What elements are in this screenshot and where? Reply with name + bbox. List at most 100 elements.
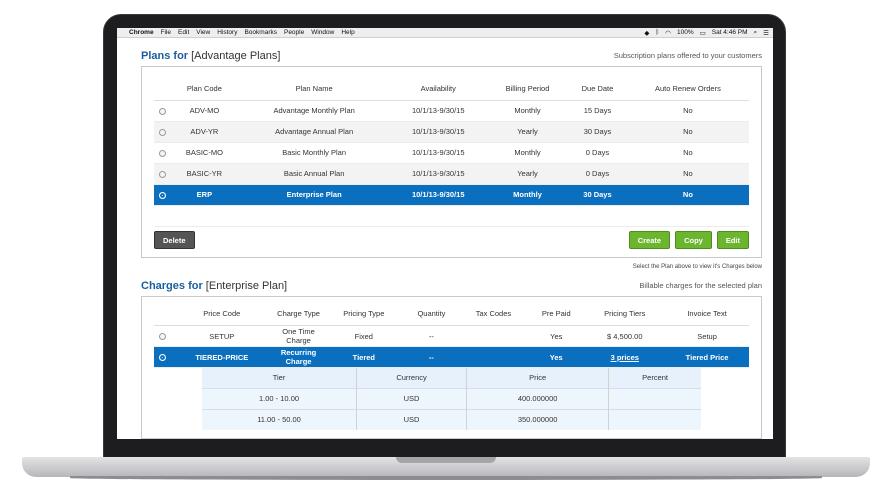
tier-subtable: Tier Currency Price Percent 1.00 - 10.00… xyxy=(202,368,701,430)
col-tax-codes[interactable]: Tax Codes xyxy=(458,302,529,326)
radio-button[interactable] xyxy=(158,149,166,157)
menu-edit[interactable]: Edit xyxy=(178,29,189,36)
tier-percent xyxy=(608,408,701,430)
billing-period: Yearly xyxy=(486,163,569,185)
plans-panel: Plan Code Plan Name Availability Billing… xyxy=(141,66,762,258)
due-date: 0 Days xyxy=(568,163,627,185)
radio-cell[interactable] xyxy=(154,325,170,347)
plan-code: ADV-YR xyxy=(170,121,239,143)
tax-codes xyxy=(458,346,529,368)
radio-button[interactable] xyxy=(158,128,166,136)
col-pricing-tiers[interactable]: Pricing Tiers xyxy=(584,302,666,326)
tier-currency: USD xyxy=(356,408,468,430)
charges-table: Price Code Charge Type Pricing Type Quan… xyxy=(154,302,749,368)
radio-cell[interactable] xyxy=(154,121,170,143)
radio-cell[interactable] xyxy=(154,163,170,185)
charges-subtitle: Billable charges for the selected plan xyxy=(639,280,762,290)
col-quantity[interactable]: Quantity xyxy=(404,302,459,326)
invoice-text: Setup xyxy=(665,325,749,347)
menu-bookmarks[interactable]: Bookmarks xyxy=(244,29,277,36)
plan-name: Basic Annual Plan xyxy=(238,163,390,185)
battery-icon[interactable]: ▭ xyxy=(700,29,706,37)
charges-header: Charges for [Enterprise Plan] Billable c… xyxy=(141,270,762,292)
table-row-selected[interactable]: ERP Enterprise Plan 10/1/13-9/30/15 Mont… xyxy=(154,184,749,206)
col-billing-period[interactable]: Billing Period xyxy=(486,77,569,101)
auto-renew: No xyxy=(626,142,749,164)
availability: 10/1/13-9/30/15 xyxy=(389,121,487,143)
radio-cell[interactable] xyxy=(154,346,170,368)
table-row[interactable]: ADV-YR Advantage Annual Plan 10/1/13-9/3… xyxy=(154,121,749,143)
pricing-tiers-link[interactable]: 3 prices xyxy=(611,353,639,362)
charges-panel: Price Code Charge Type Pricing Type Quan… xyxy=(141,295,762,439)
edit-button[interactable]: Edit xyxy=(716,230,749,249)
menu-window[interactable]: Window xyxy=(311,29,334,36)
col-due-date[interactable]: Due Date xyxy=(568,77,627,101)
plans-actions: Delete Create Copy Edit xyxy=(154,230,749,249)
delete-button[interactable]: Delete xyxy=(154,230,195,249)
plans-subtitle: Subscription plans offered to your custo… xyxy=(613,51,762,60)
laptop-notch xyxy=(396,457,496,463)
col-plan-name[interactable]: Plan Name xyxy=(238,77,390,101)
radio-cell[interactable] xyxy=(154,184,170,206)
menu-help[interactable]: Help xyxy=(341,29,354,36)
auto-renew: No xyxy=(626,121,749,143)
col-pricing-type[interactable]: Pricing Type xyxy=(323,302,405,326)
plans-title-prefix: Plans for xyxy=(141,50,192,62)
col-tier: Tier xyxy=(202,368,358,388)
auto-renew: No xyxy=(626,100,749,122)
billing-period: Monthly xyxy=(486,184,569,206)
radio-cell[interactable] xyxy=(154,142,170,164)
col-auto-renew[interactable]: Auto Renew Orders xyxy=(626,77,749,101)
tiers-header-row: Tier Currency Price Percent xyxy=(202,368,701,388)
availability: 10/1/13-9/30/15 xyxy=(389,163,487,185)
tier-currency: USD xyxy=(356,387,468,409)
search-icon[interactable]: ⌕ xyxy=(754,29,758,37)
radio-button[interactable] xyxy=(158,107,166,115)
table-row-selected[interactable]: TIERED-PRICE Recurring Charge Tiered -- … xyxy=(154,346,749,368)
col-availability[interactable]: Availability xyxy=(389,77,487,101)
availability: 10/1/13-9/30/15 xyxy=(389,142,487,164)
tiers-table: Tier Currency Price Percent 1.00 - 10.00… xyxy=(202,368,701,430)
availability: 10/1/13-9/30/15 xyxy=(389,100,487,122)
table-row[interactable]: BASIC-MO Basic Monthly Plan 10/1/13-9/30… xyxy=(154,142,749,164)
col-price-code[interactable]: Price Code xyxy=(170,302,274,326)
billing-period: Monthly xyxy=(486,100,569,122)
menu-history[interactable]: History xyxy=(217,29,237,36)
create-button[interactable]: Create xyxy=(628,230,671,249)
plans-title: Plans for [Advantage Plans] xyxy=(141,50,280,62)
plan-code: ERP xyxy=(170,184,239,206)
plan-name: Advantage Annual Plan xyxy=(238,121,390,143)
copy-button[interactable]: Copy xyxy=(675,230,712,249)
dropbox-icon[interactable]: ◆ xyxy=(644,29,649,37)
table-row[interactable]: BASIC-YR Basic Annual Plan 10/1/13-9/30/… xyxy=(154,163,749,185)
menu-people[interactable]: People xyxy=(284,29,304,36)
col-plan-code[interactable]: Plan Code xyxy=(170,77,239,101)
bluetooth-icon[interactable]: ᛒ xyxy=(655,29,659,36)
col-currency: Currency xyxy=(356,368,468,388)
radio-button-selected[interactable] xyxy=(158,191,166,199)
col-percent: Percent xyxy=(608,368,701,388)
col-charge-type[interactable]: Charge Type xyxy=(273,302,324,326)
radio-button[interactable] xyxy=(158,170,166,178)
menu-list-icon[interactable]: ☰ xyxy=(763,29,769,37)
laptop-foot xyxy=(70,476,822,480)
wifi-icon[interactable]: ◠ xyxy=(665,29,671,37)
clock[interactable]: Sat 4:46 PM xyxy=(712,29,748,36)
radio-cell[interactable] xyxy=(154,100,170,122)
menu-chrome[interactable]: Chrome xyxy=(129,29,154,36)
tier-percent xyxy=(608,387,701,409)
plan-name: Basic Monthly Plan xyxy=(238,142,390,164)
radio-button-selected[interactable] xyxy=(158,354,166,362)
plans-table: Plan Code Plan Name Availability Billing… xyxy=(154,77,749,227)
pricing-tiers[interactable]: 3 prices xyxy=(584,346,666,368)
menu-view[interactable]: View xyxy=(196,29,210,36)
table-row[interactable]: ADV-MO Advantage Monthly Plan 10/1/13-9/… xyxy=(154,100,749,122)
due-date: 0 Days xyxy=(568,142,627,164)
table-row[interactable]: SETUP One Time Charge Fixed -- Yes $ 4,5… xyxy=(154,325,749,347)
col-pre-paid[interactable]: Pre Paid xyxy=(528,302,585,326)
col-invoice-text[interactable]: Invoice Text xyxy=(665,302,749,326)
charges-title-prefix: Charges for xyxy=(141,279,206,292)
radio-button[interactable] xyxy=(158,333,166,341)
plan-code: BASIC-MO xyxy=(170,142,239,164)
menu-file[interactable]: File xyxy=(161,29,171,36)
